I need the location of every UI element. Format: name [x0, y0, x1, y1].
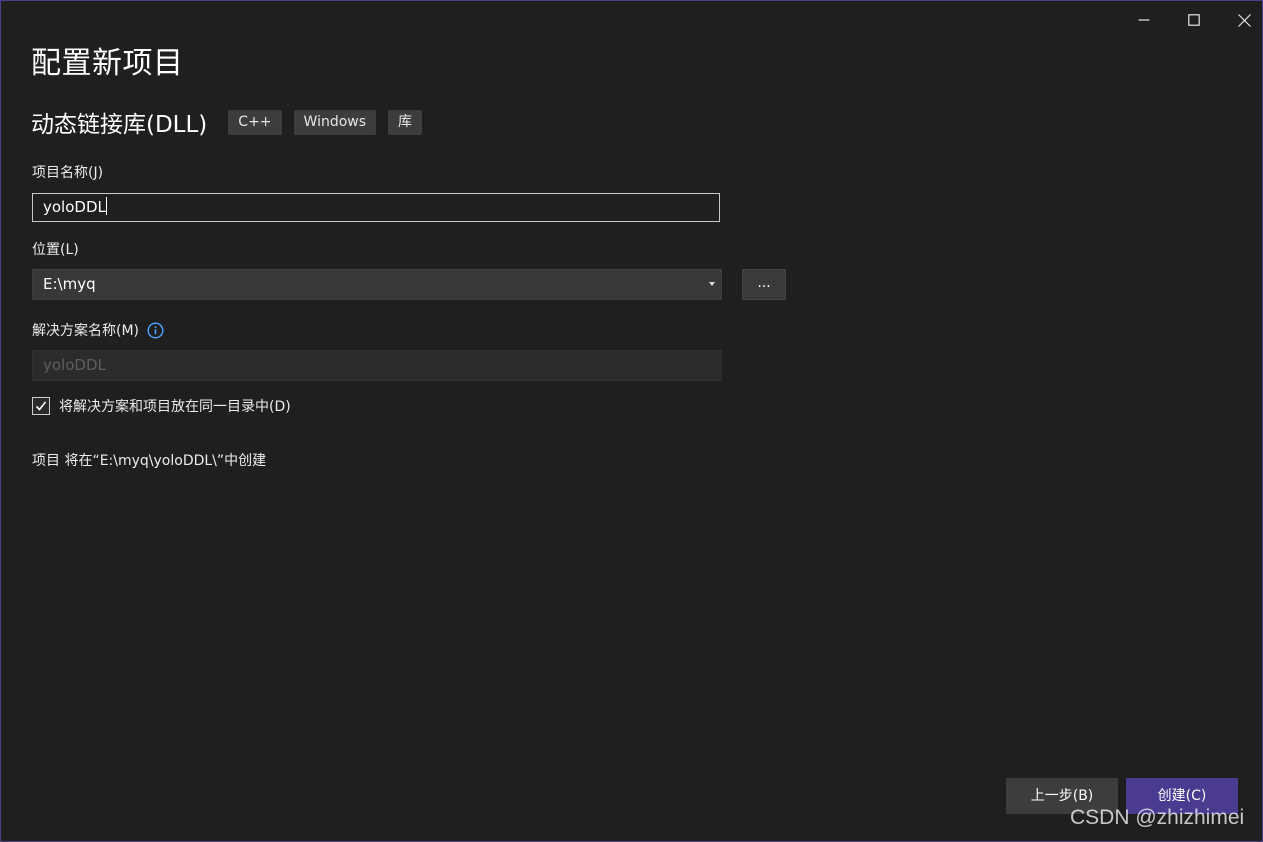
same-dir-option[interactable]: 将解决方案和项目放在同一目录中(D): [32, 396, 291, 416]
tag-platform: Windows: [293, 109, 377, 135]
project-name-input[interactable]: yoloDDL: [32, 193, 720, 222]
tag-project-type: 库: [388, 109, 423, 135]
maximize-icon: [1188, 14, 1200, 26]
maximize-button[interactable]: [1169, 1, 1219, 39]
checkmark-icon: [35, 401, 47, 411]
same-dir-label: 将解决方案和项目放在同一目录中(D): [59, 399, 291, 415]
tag-language: C++: [228, 109, 282, 135]
solution-name-input: yoloDDL: [32, 350, 722, 381]
solution-name-label: 解决方案名称(M): [32, 323, 140, 339]
template-name: 动态链接库(DLL): [31, 112, 208, 138]
solution-name-label-row: 解决方案名称(M): [32, 320, 164, 340]
text-caret: [105, 197, 107, 215]
location-value: E:\myq: [43, 275, 96, 293]
solution-name-value: yoloDDL: [43, 356, 106, 374]
project-name-value: yoloDDL: [43, 198, 106, 216]
location-combobox[interactable]: E:\myq: [32, 269, 722, 300]
project-name-label: 项目名称(J): [32, 165, 104, 181]
chevron-down-icon[interactable]: [709, 282, 715, 286]
dialog-window: 配置新项目 动态链接库(DLL) C++ Windows 库 项目名称(J) y…: [0, 0, 1263, 842]
page-title: 配置新项目: [31, 46, 184, 81]
info-icon[interactable]: [147, 321, 164, 339]
watermark: CSDN @zhizhimei: [1070, 806, 1245, 829]
minimize-icon: [1138, 19, 1150, 21]
close-icon: [1237, 13, 1251, 27]
template-header: 动态链接库(DLL) C++ Windows 库: [31, 105, 434, 139]
minimize-button[interactable]: [1119, 1, 1169, 39]
browse-button[interactable]: ...: [742, 269, 786, 300]
location-label: 位置(L): [32, 242, 79, 258]
same-dir-checkbox[interactable]: [32, 397, 50, 415]
creation-path-summary: 项目 将在“E:\myq\yoloDDL\”中创建: [32, 453, 267, 469]
close-button[interactable]: [1219, 1, 1263, 39]
